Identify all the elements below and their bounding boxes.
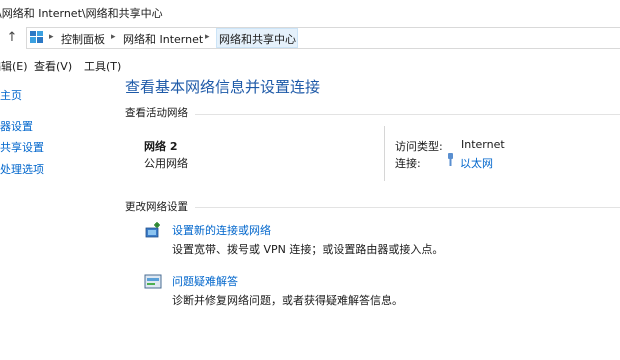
breadcrumb-network-internet[interactable]: 网络和 Internet — [123, 31, 203, 47]
breadcrumb-network-sharing-center[interactable]: 网络和共享中心 — [219, 31, 296, 47]
network-name: 网络 2 — [144, 140, 178, 153]
access-type-label: 访问类型: — [395, 140, 443, 153]
vertical-divider — [384, 126, 385, 181]
menu-tools[interactable]: 工具(T) — [84, 58, 121, 74]
network-type: 公用网络 — [144, 157, 188, 170]
connection-label: 连接: — [395, 157, 421, 170]
page-title: 查看基本网络信息并设置连接 — [125, 78, 321, 96]
new-connection-icon — [145, 222, 160, 238]
change-settings-label: 更改网络设置 — [125, 201, 188, 213]
breadcrumb-control-panel[interactable]: 控制面板 — [61, 31, 105, 47]
left-link-adapter-settings[interactable]: 器设置 — [0, 118, 33, 134]
control-panel-icon — [30, 31, 43, 43]
connection-ethernet-link[interactable]: 以太网 — [460, 155, 493, 171]
breadcrumb-separator-icon[interactable]: ▸ — [49, 32, 54, 42]
task-new-connection-description: 设置宽带、拨号或 VPN 连接；或设置路由器或接入点。 — [172, 243, 444, 256]
section-divider — [195, 114, 620, 115]
access-type-value: Internet — [461, 138, 505, 151]
menu-edit[interactable]: 编辑(E) — [0, 58, 28, 74]
troubleshoot-icon — [144, 274, 162, 289]
breadcrumb-separator-icon[interactable]: ▸ — [111, 32, 116, 42]
task-troubleshoot-link[interactable]: 问题疑难解答 — [172, 273, 238, 289]
window-title: \网络和 Internet\网络和共享中心 — [0, 7, 163, 20]
task-new-connection-link[interactable]: 设置新的连接或网络 — [172, 222, 271, 238]
left-link-media-options[interactable]: 处理选项 — [0, 161, 44, 177]
left-link-sharing-settings[interactable]: 共享设置 — [0, 139, 44, 155]
left-link-home[interactable]: 主页 — [0, 87, 22, 103]
up-arrow-icon[interactable]: ↑ — [5, 30, 19, 46]
task-troubleshoot-description: 诊断并修复网络问题，或者获得疑难解答信息。 — [172, 294, 403, 307]
breadcrumb-separator-icon[interactable]: ▸ — [205, 32, 210, 42]
ethernet-icon — [448, 153, 453, 166]
section-divider — [195, 207, 620, 208]
active-networks-label: 查看活动网络 — [125, 107, 188, 119]
menu-view[interactable]: 查看(V) — [34, 58, 72, 74]
